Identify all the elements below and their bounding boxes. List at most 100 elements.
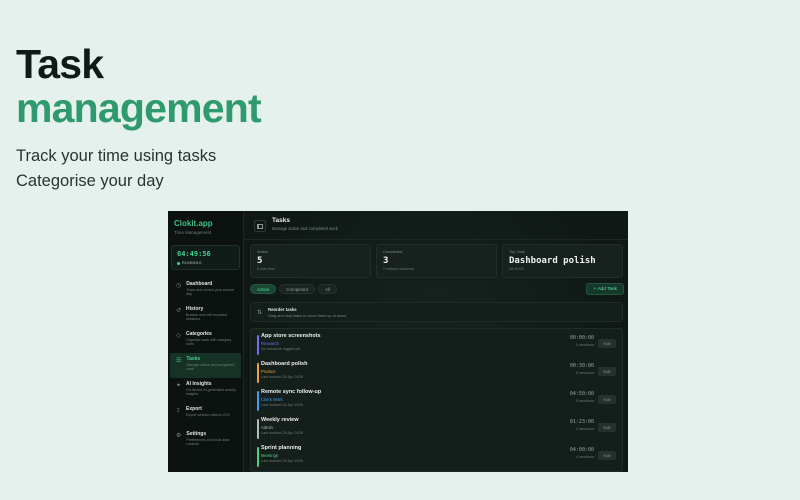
- sidebar-item-label: Categories: [186, 331, 212, 337]
- hero-subtitle-line2: Categorise your day: [16, 172, 164, 190]
- sidebar-item-ai-insights[interactable]: ✦ AI Insights On-device AI generated acti…: [170, 378, 241, 403]
- task-duration: 04:50:00: [569, 391, 594, 397]
- sidebar-item-desc: Manage active and completed work: [186, 363, 235, 372]
- add-task-button[interactable]: + Add Task: [586, 283, 624, 295]
- reorder-subtitle: Drag and drop tasks to move them up or d…: [268, 313, 348, 318]
- timer-state-label: RUNNING: [182, 261, 202, 265]
- category-color-bar: [257, 363, 259, 383]
- sidebar-item-export[interactable]: ⇪ Export Export session data to CSV: [170, 403, 241, 428]
- category-color-bar: [257, 335, 259, 355]
- brand-tagline: Time Management: [174, 230, 212, 235]
- task-last-worked: No sessions logged yet: [261, 347, 301, 351]
- sidebar-item-history[interactable]: ↺ History Browse and edit recorded sessio…: [170, 303, 241, 328]
- filter-completed[interactable]: Completed: [279, 284, 316, 294]
- sidebar-item-tasks[interactable]: ☰ Tasks Manage active and completed work: [170, 353, 241, 378]
- stat-label: Completed: [383, 249, 403, 254]
- task-row[interactable]: App store screenshots Research No sessio…: [251, 331, 622, 359]
- export-icon: ⇪: [176, 408, 182, 414]
- task-sessions: 2 sessions: [576, 427, 594, 431]
- sidebar-item-desc: On-device AI generated activity insights: [186, 388, 236, 397]
- edit-button[interactable]: Edit: [598, 423, 616, 432]
- sidebar-item-label: Dashboard: [186, 281, 213, 287]
- running-timer[interactable]: 04:49:56 RUNNING: [171, 245, 240, 270]
- page-subtitle: Manage active and completed work: [272, 226, 338, 231]
- edit-button[interactable]: Edit: [598, 395, 616, 404]
- task-name: Weekly review: [261, 417, 299, 423]
- task-category: Product: [261, 368, 276, 374]
- header: Tasks Manage active and completed work: [244, 211, 628, 240]
- stat-value: 5: [257, 256, 263, 266]
- timer-state: RUNNING: [177, 261, 234, 265]
- task-metrics: 00:00:00 0 sessions: [570, 335, 594, 347]
- sparkle-icon: ✦: [176, 383, 182, 389]
- gear-icon: ⚙: [176, 433, 182, 439]
- task-metrics: 00:30:00 5 sessions: [570, 363, 594, 375]
- filter-all[interactable]: All: [318, 284, 338, 294]
- stat-value: Dashboard polish: [509, 256, 596, 266]
- stat-card-active: Active 5 6 with time: [250, 244, 371, 278]
- edit-button[interactable]: Edit: [598, 451, 616, 460]
- reorder-title: Reorder tasks: [268, 307, 297, 312]
- task-category: Admin: [261, 424, 273, 430]
- sidebar-item-settings[interactable]: ⚙ Settings Preferences and local data con…: [170, 428, 241, 453]
- stat-note: 08:30:00: [509, 267, 524, 271]
- sidebar-item-label: Tasks: [186, 356, 201, 362]
- task-last-worked: Last worked 30 Apr 2026: [261, 375, 304, 379]
- stat-label: Top Task: [509, 249, 525, 254]
- category-color-bar: [257, 447, 259, 467]
- tag-icon: ◇: [176, 333, 181, 339]
- category-color-bar: [257, 391, 259, 411]
- brand: Clokit.app Time Management: [168, 219, 243, 235]
- stat-label: Active: [257, 249, 268, 254]
- timer-time: 04:49:56: [177, 250, 211, 258]
- sidebar-item-label: History: [186, 306, 204, 312]
- sidebar-item-desc: Organise work with category rules: [186, 338, 232, 347]
- clock-icon: ◷: [176, 283, 182, 289]
- task-duration: 00:00:00: [569, 335, 594, 341]
- stats-row: Active 5 6 with time Completed 3 2 witho…: [250, 244, 623, 278]
- sidebar-item-desc: Preferences and local data controls: [186, 438, 230, 447]
- task-row[interactable]: Remote sync follow-up Client Work Last w…: [251, 387, 622, 415]
- history-icon: ↺: [176, 308, 182, 314]
- task-row[interactable]: Dashboard polish Product Last worked 30 …: [251, 359, 622, 387]
- reorder-icon: ⇅: [257, 310, 263, 316]
- app-window: Clokit.app Time Management 04:49:56 RUNN…: [168, 211, 628, 472]
- hero-subtitle: Track your time using tasks Categorise y…: [16, 144, 261, 194]
- category-color-bar: [257, 419, 259, 439]
- task-name: Sprint planning: [261, 445, 302, 451]
- hero: Task management Track your time using ta…: [16, 41, 262, 194]
- edit-button[interactable]: Edit: [598, 339, 616, 348]
- edit-button[interactable]: Edit: [598, 367, 616, 376]
- running-dot-icon: [177, 261, 180, 265]
- task-filters: Active Completed All: [250, 284, 338, 294]
- page-title: Tasks: [272, 217, 290, 224]
- task-sessions: 5 sessions: [576, 371, 594, 375]
- reorder-hint: ⇅ Reorder tasks Drag and drop tasks to m…: [250, 302, 623, 322]
- hero-subtitle-line1: Track your time using tasks: [16, 147, 217, 165]
- filter-active[interactable]: Active: [250, 284, 277, 294]
- sidebar-toggle-icon[interactable]: [254, 220, 266, 232]
- hero-title-line1: Task: [16, 41, 104, 87]
- task-metrics: 01:23:00 2 sessions: [570, 419, 594, 431]
- sidebar-item-dashboard[interactable]: ◷ Dashboard Track and control your curren…: [170, 278, 241, 303]
- sidebar-item-categories[interactable]: ◇ Categories Organise work with category …: [170, 328, 241, 353]
- hero-title-line2: management: [16, 85, 262, 131]
- task-list: App store screenshots Research No sessio…: [250, 328, 623, 472]
- task-sessions: 5 sessions: [576, 399, 594, 403]
- task-name: Dashboard polish: [261, 361, 308, 367]
- task-metrics: 04:50:00 5 sessions: [570, 391, 594, 403]
- task-name: App store screenshots: [261, 333, 321, 339]
- task-sessions: 4 sessions: [576, 455, 594, 459]
- task-last-worked: Last worked 30 Apr 2026: [261, 403, 304, 407]
- sidebar-item-label: Export: [186, 406, 202, 412]
- task-category: Client Work: [261, 396, 283, 402]
- sidebar-item-label: AI Insights: [186, 381, 212, 387]
- brand-name: Clokit.app: [174, 219, 213, 228]
- sidebar-nav: ◷ Dashboard Track and control your curren…: [168, 278, 243, 453]
- task-category: Research: [261, 340, 279, 346]
- task-row[interactable]: Sprint planning Meetings Last worked 30 …: [251, 443, 622, 471]
- task-duration: 04:00:00: [569, 447, 594, 453]
- task-row[interactable]: Weekly review Admin Last worked 28 Apr 2…: [251, 415, 622, 443]
- task-sessions: 0 sessions: [576, 343, 594, 347]
- task-category: Meetings: [261, 452, 278, 458]
